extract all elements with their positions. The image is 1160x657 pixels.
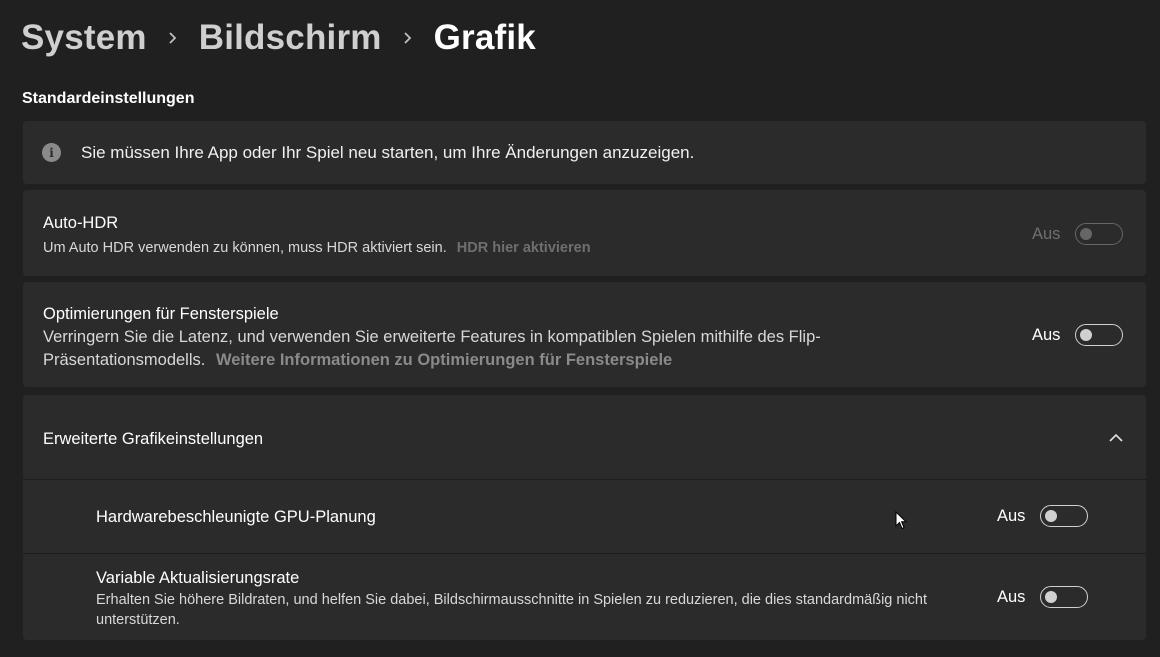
breadcrumb-separator-icon: [147, 18, 199, 58]
vrr-state-label: Aus: [997, 587, 1026, 606]
divider: [23, 479, 1146, 480]
auto-hdr-toggle[interactable]: [1075, 223, 1124, 245]
windowed-games-description: Verringern Sie die Latenz, und verwenden…: [43, 326, 821, 372]
auto-hdr-toggle-group: Aus: [1032, 223, 1124, 245]
breadcrumb-system[interactable]: System: [21, 18, 147, 58]
advanced-graphics-card: Erweiterte Grafikeinstellungen Hardwareb…: [23, 395, 1146, 640]
restart-info-card: i Sie müssen Ihre App oder Ihr Spiel neu…: [23, 121, 1146, 184]
windowed-games-description-line2: Präsentationsmodells.: [43, 351, 206, 369]
enable-hdr-link[interactable]: HDR hier aktivieren: [457, 240, 591, 256]
breadcrumb-bildschirm[interactable]: Bildschirm: [199, 18, 382, 58]
vrr-toggle[interactable]: [1040, 586, 1089, 608]
toggle-knob: [1045, 510, 1058, 522]
windowed-games-learn-more-link[interactable]: Weitere Informationen zu Optimierungen f…: [216, 351, 672, 369]
breadcrumb: System Bildschirm Grafik: [21, 18, 536, 58]
chevron-up-icon[interactable]: [1108, 431, 1124, 449]
divider: [23, 553, 1146, 554]
section-title: Standardeinstellungen: [22, 90, 195, 107]
vrr-title: Variable Aktualisierungsrate: [96, 569, 300, 587]
auto-hdr-card: Auto-HDR Um Auto HDR verwenden zu können…: [23, 190, 1146, 276]
auto-hdr-description-text: Um Auto HDR verwenden zu können, muss HD…: [43, 240, 447, 256]
windowed-games-description-line1: Verringern Sie die Latenz, und verwenden…: [43, 328, 821, 346]
gpu-scheduling-title: Hardwarebeschleunigte GPU-Planung: [96, 508, 376, 526]
breadcrumb-separator-icon: [382, 18, 434, 58]
toggle-knob: [1080, 228, 1093, 240]
advanced-graphics-title: Erweiterte Grafikeinstellungen: [43, 430, 264, 448]
windowed-games-description-line2-wrap: Präsentationsmodells. Weitere Informatio…: [43, 349, 821, 372]
toggle-knob: [1045, 591, 1058, 603]
info-icon: i: [42, 143, 61, 162]
breadcrumb-grafik: Grafik: [433, 18, 536, 57]
mouse-cursor-icon: [895, 510, 908, 535]
vrr-description: Erhalten Sie höhere Bildraten, und helfe…: [96, 592, 928, 628]
toggle-knob: [1080, 329, 1093, 341]
auto-hdr-state-label: Aus: [1032, 224, 1061, 243]
windowed-games-state-label: Aus: [1032, 325, 1061, 344]
auto-hdr-title: Auto-HDR: [43, 214, 119, 232]
gpu-scheduling-toggle[interactable]: [1040, 505, 1089, 527]
windowed-games-card: Optimierungen für Fensterspiele Verringe…: [23, 282, 1146, 387]
gpu-scheduling-state-label: Aus: [997, 506, 1026, 525]
windowed-games-title: Optimierungen für Fensterspiele: [43, 305, 279, 323]
gpu-scheduling-toggle-group: Aus: [997, 505, 1089, 527]
settings-page: System Bildschirm Grafik Standardeinstel…: [0, 0, 1160, 657]
vrr-toggle-group: Aus: [997, 586, 1089, 608]
auto-hdr-description: Um Auto HDR verwenden zu können, muss HD…: [43, 237, 591, 260]
windowed-games-toggle-group: Aus: [1032, 324, 1124, 346]
windowed-games-toggle[interactable]: [1075, 324, 1124, 346]
info-text: Sie müssen Ihre App oder Ihr Spiel neu s…: [81, 143, 695, 162]
advanced-graphics-header[interactable]: Erweiterte Grafikeinstellungen: [23, 395, 1146, 479]
